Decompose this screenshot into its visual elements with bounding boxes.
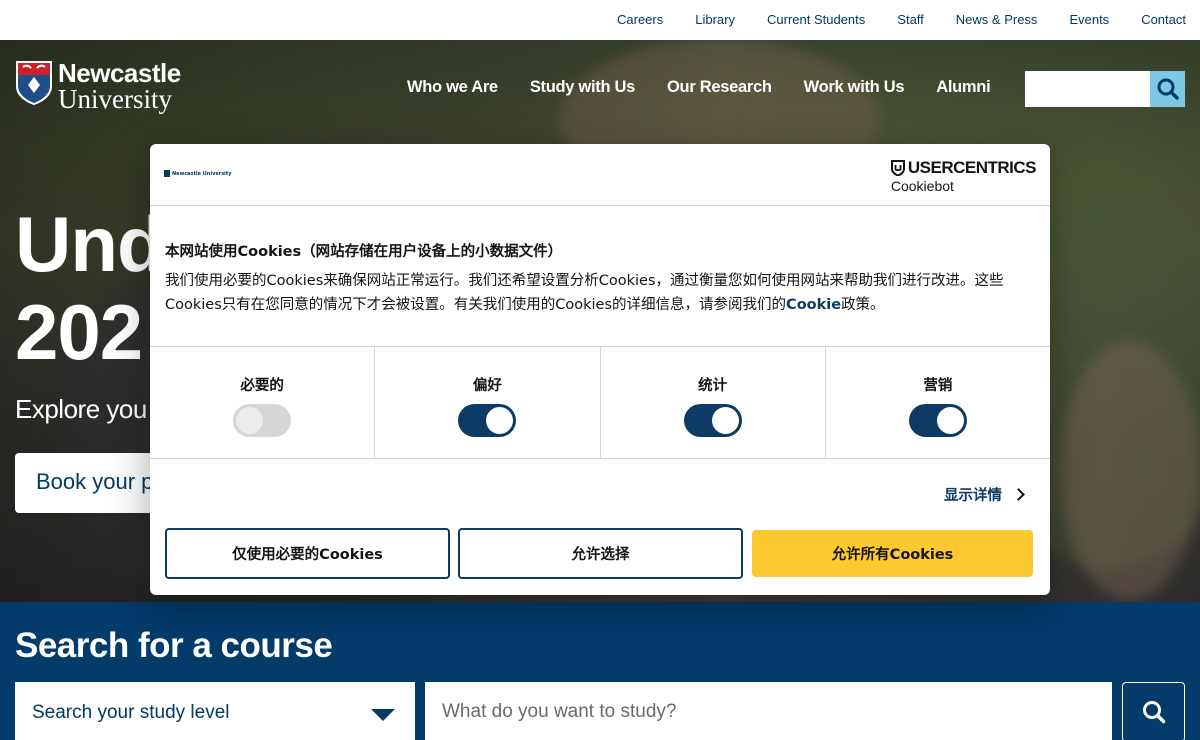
search-icon	[1157, 78, 1179, 100]
search-icon	[1142, 701, 1165, 724]
chevron-right-icon	[1012, 488, 1025, 501]
allow-all-button[interactable]: 允许所有Cookies	[752, 530, 1033, 577]
show-details-label: 显示详情	[944, 488, 1002, 504]
utility-nav: Careers Library Current Students Staff N…	[585, 12, 1186, 27]
utility-link-current-students[interactable]: Current Students	[767, 12, 865, 27]
main-nav: Who we Are Study with Us Our Research Wo…	[391, 78, 1006, 97]
hero-headline-line-1: Und	[15, 200, 165, 288]
dialog-logo-text: Newcastle University	[172, 170, 232, 177]
nav-study-with-us[interactable]: Study with Us	[514, 78, 651, 97]
cookie-category-necessary: 必要的	[150, 347, 376, 458]
hero-headline-line-2: 202	[15, 288, 143, 376]
toggle-preferences[interactable]	[458, 404, 517, 437]
hero-headline: Und 202	[15, 200, 165, 376]
utility-link-careers[interactable]: Careers	[617, 12, 663, 27]
cookie-category-statistics: 统计	[601, 347, 826, 458]
utility-link-events[interactable]: Events	[1069, 12, 1109, 27]
cookie-policy-link[interactable]: Cookie	[786, 297, 841, 313]
hero-subline: Explore you	[15, 394, 147, 424]
cookie-dialog-body: 我们使用必要的Cookies来确保网站正常运行。我们还希望设置分析Cookies…	[165, 269, 1040, 317]
usercentrics-shield-icon	[890, 160, 905, 176]
crest-icon	[164, 170, 170, 177]
utility-link-news-press[interactable]: News & Press	[956, 12, 1038, 27]
utility-link-contact[interactable]: Contact	[1141, 12, 1186, 27]
cookie-category-marketing: 营销	[826, 347, 1050, 458]
category-label: 偏好	[472, 378, 502, 394]
category-label: 必要的	[240, 378, 284, 394]
cookie-categories: 必要的 偏好 统计 营销	[150, 346, 1050, 459]
study-search-input[interactable]	[425, 682, 1112, 740]
usercentrics-wordmark: USERCENTRICS	[907, 158, 1037, 177]
nav-work-with-us[interactable]: Work with Us	[788, 78, 921, 97]
cookiebot-wordmark: Cookiebot	[890, 178, 954, 194]
chevron-down-icon	[371, 709, 395, 721]
show-details-link[interactable]: 显示详情	[944, 484, 1025, 505]
utility-link-library[interactable]: Library	[695, 12, 735, 27]
allow-selection-button[interactable]: 允许选择	[458, 528, 743, 579]
cookie-consent-dialog: Newcastle University USERCENTRICS Cookie…	[150, 144, 1050, 595]
usercentrics-logo: USERCENTRICS Cookiebot	[890, 158, 1037, 194]
category-label: 统计	[698, 378, 728, 394]
cookie-dialog-header: Newcastle University USERCENTRICS Cookie…	[150, 144, 1050, 206]
site-search-button[interactable]	[1150, 71, 1185, 107]
nav-alumni[interactable]: Alumni	[920, 78, 1006, 97]
logo-line-2: University	[58, 84, 172, 114]
dialog-university-logo: Newcastle University	[164, 170, 232, 177]
cookie-body-text-end: 政策。	[841, 297, 885, 313]
site-search-input[interactable]	[1025, 71, 1185, 107]
toggle-statistics[interactable]	[683, 404, 742, 437]
nav-our-research[interactable]: Our Research	[651, 78, 788, 97]
study-level-select[interactable]: Search your study level	[15, 682, 415, 740]
course-search-section: Search for a course Search your study le…	[0, 602, 1200, 740]
crest-icon	[16, 61, 52, 105]
toggle-necessary	[233, 404, 292, 437]
study-level-label: Search your study level	[32, 702, 230, 723]
cookie-category-preferences: 偏好	[375, 347, 601, 458]
cookie-dialog-title: 本网站使用Cookies（网站存储在用户设备上的小数据文件）	[165, 244, 563, 260]
necessary-only-button[interactable]: 仅使用必要的Cookies	[165, 528, 450, 579]
category-label: 营销	[923, 378, 953, 394]
utility-link-staff[interactable]: Staff	[897, 12, 924, 27]
university-logo[interactable]: Newcastle University	[15, 60, 181, 113]
course-search-button[interactable]	[1122, 682, 1185, 740]
course-search-title: Search for a course	[15, 626, 333, 665]
toggle-marketing[interactable]	[908, 404, 967, 437]
logo-line-1: Newcastle	[58, 58, 181, 88]
utility-bar: Careers Library Current Students Staff N…	[0, 0, 1200, 40]
nav-who-we-are[interactable]: Who we Are	[391, 78, 514, 97]
